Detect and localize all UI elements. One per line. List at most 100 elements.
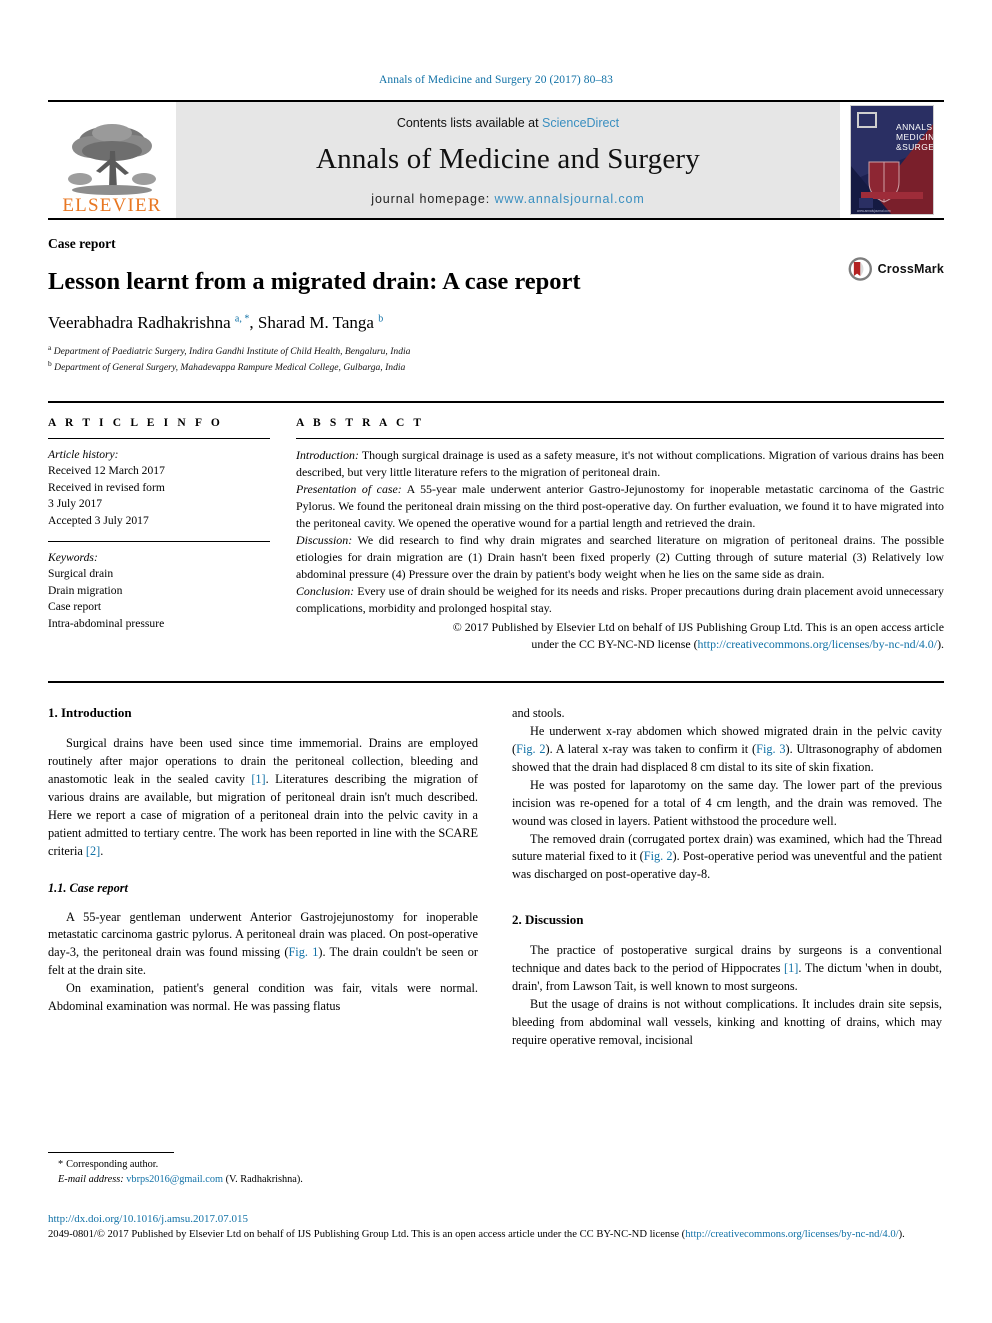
article-info-heading: A R T I C L E I N F O bbox=[48, 416, 223, 429]
sciencedirect-link[interactable]: ScienceDirect bbox=[542, 116, 619, 130]
corresponding-author-text: Corresponding author. bbox=[66, 1159, 159, 1170]
footer-license-line: 2049-0801/© 2017 Published by Elsevier L… bbox=[48, 1227, 944, 1242]
email-label: E-mail address: bbox=[58, 1173, 124, 1185]
abstract-label-introduction: Introduction: bbox=[296, 447, 359, 462]
journal-masthead: ELSEVIER Contents lists available at Sci… bbox=[48, 100, 944, 220]
affiliation-1-text: Department of Paediatric Surgery, Indira… bbox=[53, 345, 411, 357]
keyword-item: Intra-abdominal pressure bbox=[48, 616, 165, 630]
heading-introduction: 1. Introduction bbox=[48, 704, 132, 720]
affiliation-2-marker: b bbox=[48, 358, 52, 368]
history-line-4: Accepted 3 July 2017 bbox=[48, 513, 149, 527]
xray-text-b: ). A lateral x-ray was taken to confirm … bbox=[545, 741, 757, 756]
affiliation-1-marker: a bbox=[48, 342, 52, 352]
license-suffix: ). bbox=[937, 636, 944, 651]
abstract-rule bbox=[296, 437, 944, 439]
abstract-label-conclusion: Conclusion: bbox=[296, 583, 355, 598]
author-1-affil-marker[interactable]: a, * bbox=[235, 313, 249, 324]
paragraph-intro-1: Surgical drains have been used since tim… bbox=[48, 735, 478, 861]
author-list: Veerabhadra Radhakrishna a, *, Sharad M.… bbox=[48, 313, 944, 333]
author-separator: , Sharad M. Tanga bbox=[249, 312, 379, 332]
paragraph-laparotomy: He was posted for laparotomy on the same… bbox=[512, 777, 942, 828]
figure-ref-fig1[interactable]: Fig. 1 bbox=[288, 945, 318, 959]
keyword-item: Case report bbox=[48, 600, 102, 614]
crossmark-label: CrossMark bbox=[877, 262, 944, 276]
affiliation-2: b Department of General Surgery, Mahadev… bbox=[48, 359, 944, 375]
footer-license-link[interactable]: http://creativecommons.org/licenses/by-n… bbox=[685, 1229, 898, 1240]
keyword-item: Surgical drain bbox=[48, 567, 114, 581]
footer-license-prefix: 2049-0801/© 2017 Published by Elsevier L… bbox=[48, 1229, 686, 1241]
journal-title: Annals of Medicine and Surgery bbox=[316, 143, 700, 175]
page-footer: http://dx.doi.org/10.1016/j.amsu.2017.07… bbox=[48, 1212, 944, 1243]
citation-ref-1[interactable]: [1] bbox=[251, 772, 265, 786]
figure-ref-fig2-b[interactable]: Fig. 2 bbox=[644, 849, 673, 863]
intro-text-c: . bbox=[100, 843, 104, 858]
title-block: Case report Lesson learnt from a migrate… bbox=[48, 220, 944, 375]
abstract-paragraph-introduction: Introduction: Though surgical drainage i… bbox=[296, 447, 944, 481]
email-owner: (V. Radhakrishna). bbox=[225, 1173, 303, 1185]
figure-ref-fig2[interactable]: Fig. 2 bbox=[516, 742, 545, 756]
svg-text:MEDICINE: MEDICINE bbox=[896, 132, 933, 142]
abstract-label-presentation: Presentation of case: bbox=[296, 481, 402, 496]
abstract-paragraph-discussion: Discussion: We did research to find why … bbox=[296, 532, 944, 583]
abstract-text-discussion: We did research to find why drain migrat… bbox=[296, 532, 944, 581]
info-abstract-block: A R T I C L E I N F O Article history: R… bbox=[48, 400, 944, 683]
figure-ref-fig3[interactable]: Fig. 3 bbox=[756, 742, 785, 756]
paragraph-xray: He underwent x-ray abdomen which showed … bbox=[512, 723, 942, 777]
footnote-rule bbox=[48, 1152, 174, 1153]
homepage-url-link[interactable]: www.annalsjournal.com bbox=[495, 192, 645, 206]
keywords-group: Keywords: Surgical drain Drain migration… bbox=[48, 541, 270, 632]
author-1-name: Veerabhadra Radhakrishna bbox=[48, 312, 235, 332]
citation-ref-1-b[interactable]: [1] bbox=[784, 961, 798, 975]
body-column-left: 1. Introduction Surgical drains have bee… bbox=[48, 705, 478, 1050]
svg-text:&SURGERY: &SURGERY bbox=[896, 142, 933, 152]
contents-prefix: Contents lists available at bbox=[396, 116, 543, 130]
author-2-affil-marker[interactable]: b bbox=[378, 313, 383, 324]
journal-cover-image: ANNALS OF MEDICINE &SURGERY www.annalsjo… bbox=[850, 105, 934, 215]
keywords-label: Keywords: bbox=[48, 551, 98, 565]
article-page: Annals of Medicine and Surgery 20 (2017)… bbox=[0, 0, 992, 1323]
doi-link[interactable]: http://dx.doi.org/10.1016/j.amsu.2017.07… bbox=[48, 1212, 944, 1227]
journal-homepage-line: journal homepage: www.annalsjournal.com bbox=[371, 192, 644, 206]
paragraph-continued: and stools. bbox=[512, 705, 565, 720]
abstract-paragraph-presentation: Presentation of case: A 55-year male und… bbox=[296, 481, 944, 532]
article-info-rule bbox=[48, 437, 270, 439]
keywords-rule bbox=[48, 541, 270, 543]
paragraph-case-2: On examination, patient's general condit… bbox=[48, 981, 478, 1014]
license-link[interactable]: http://creativecommons.org/licenses/by-n… bbox=[698, 637, 938, 651]
corresponding-author-note: * Corresponding author. bbox=[48, 1158, 478, 1173]
page-title: Lesson learnt from a migrated drain: A c… bbox=[48, 268, 581, 296]
copyright-line-1: © 2017 Published by Elsevier Ltd on beha… bbox=[452, 619, 944, 634]
footnote-block: * Corresponding author. E-mail address: v… bbox=[48, 1152, 478, 1188]
abstract-heading: A B S T R A C T bbox=[296, 416, 425, 429]
history-line-3: 3 July 2017 bbox=[48, 497, 103, 511]
abstract-paragraph-conclusion: Conclusion: Every use of drain should be… bbox=[296, 583, 944, 617]
abstract-column: A B S T R A C T Introduction: Though sur… bbox=[296, 417, 944, 665]
citation-ref-2[interactable]: [2] bbox=[86, 844, 100, 858]
keyword-item: Drain migration bbox=[48, 583, 123, 597]
abstract-label-discussion: Discussion: bbox=[296, 532, 353, 547]
contents-available-line: Contents lists available at ScienceDirec… bbox=[397, 116, 619, 130]
corresponding-author-marker: * bbox=[58, 1159, 64, 1170]
homepage-label: journal homepage: bbox=[371, 192, 495, 206]
cover-artwork: ANNALS OF MEDICINE &SURGERY www.annalsjo… bbox=[851, 106, 933, 214]
body-column-right: and stools. He underwent x-ray abdomen w… bbox=[512, 705, 942, 1050]
elsevier-tree-icon bbox=[68, 124, 156, 195]
crossmark-badge[interactable]: CrossMark bbox=[848, 244, 944, 294]
running-head: Annals of Medicine and Surgery 20 (2017)… bbox=[378, 74, 614, 86]
body-columns: 1. Introduction Surgical drains have bee… bbox=[48, 705, 944, 1050]
svg-text:www.annalsjournal.com: www.annalsjournal.com bbox=[857, 209, 891, 213]
footer-license-suffix: ). bbox=[898, 1229, 905, 1241]
email-note: E-mail address: vbrps2016@gmail.com (V. … bbox=[48, 1173, 478, 1188]
paragraph-case-1: A 55-year gentleman underwent Anterior G… bbox=[48, 909, 478, 981]
license-prefix: under the CC BY-NC-ND license ( bbox=[531, 636, 698, 651]
paragraph-discussion-1: The practice of postoperative surgical d… bbox=[512, 942, 942, 996]
history-line-2: Received in revised form bbox=[48, 480, 165, 494]
heading-case-report: 1.1. Case report bbox=[48, 880, 128, 895]
email-link[interactable]: vbrps2016@gmail.com bbox=[126, 1174, 223, 1185]
abstract-text-conclusion: Every use of drain should be weighed for… bbox=[296, 583, 944, 615]
paragraph-removed-drain: The removed drain (corrugated portex dra… bbox=[512, 831, 942, 885]
article-type: Case report bbox=[48, 236, 116, 251]
elsevier-logo: ELSEVIER bbox=[48, 102, 176, 218]
history-line-1: Received 12 March 2017 bbox=[48, 464, 165, 478]
affiliation-2-text: Department of General Surgery, Mahadevap… bbox=[54, 361, 406, 373]
